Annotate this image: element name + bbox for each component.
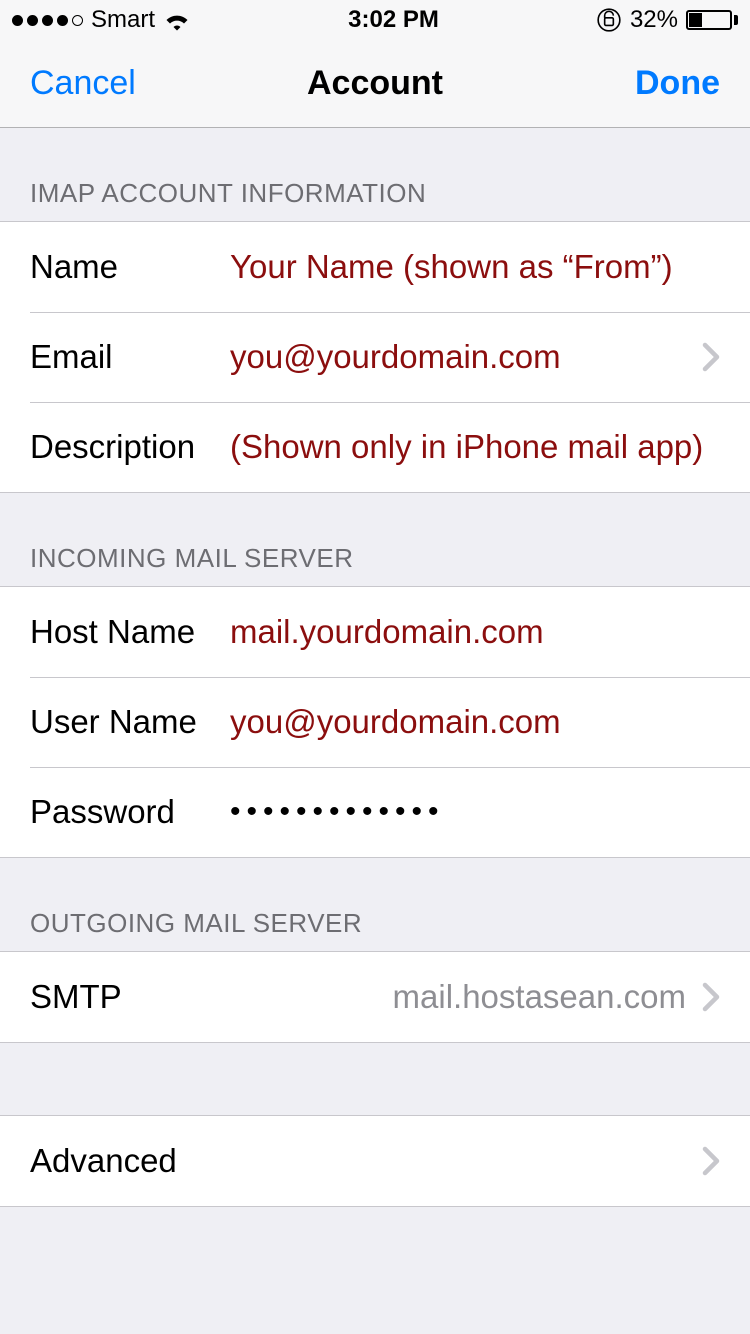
email-row[interactable]: Email you@yourdomain.com (0, 312, 750, 402)
email-value[interactable]: you@yourdomain.com (230, 338, 702, 376)
advanced-group: Advanced (0, 1115, 750, 1207)
description-row[interactable]: Description (Shown only in iPhone mail a… (0, 402, 750, 492)
incoming-user-label: User Name (30, 703, 230, 741)
done-button[interactable]: Done (570, 64, 720, 103)
status-right: 32% (596, 6, 738, 34)
cancel-button[interactable]: Cancel (30, 64, 180, 103)
incoming-group: Host Name mail.yourdomain.com User Name … (0, 586, 750, 858)
incoming-host-row[interactable]: Host Name mail.yourdomain.com (0, 587, 750, 677)
orientation-lock-icon (596, 7, 622, 33)
smtp-row[interactable]: SMTP mail.hostasean.com (0, 952, 750, 1042)
carrier-label: Smart (91, 6, 155, 34)
status-bar: Smart 3:02 PM 32% (0, 0, 750, 40)
battery-percent: 32% (630, 6, 678, 34)
incoming-password-label: Password (30, 793, 230, 831)
signal-strength-icon (12, 15, 83, 26)
status-left: Smart (12, 6, 191, 34)
section-header-imap: IMAP ACCOUNT INFORMATION (0, 128, 750, 221)
chevron-right-icon (702, 342, 720, 372)
outgoing-group: SMTP mail.hostasean.com (0, 951, 750, 1043)
smtp-value: mail.hostasean.com (122, 978, 702, 1016)
status-time: 3:02 PM (348, 6, 439, 34)
nav-bar: Cancel Account Done (0, 40, 750, 128)
imap-group: Name Your Name (shown as “From”) Email y… (0, 221, 750, 493)
advanced-row[interactable]: Advanced (0, 1116, 750, 1206)
section-header-incoming: INCOMING MAIL SERVER (0, 493, 750, 586)
page-title: Account (180, 64, 570, 103)
name-row[interactable]: Name Your Name (shown as “From”) (0, 222, 750, 312)
description-label: Description (30, 428, 230, 466)
name-value[interactable]: Your Name (shown as “From”) (230, 248, 720, 286)
spacer (0, 1043, 750, 1115)
wifi-icon (163, 9, 191, 31)
incoming-host-label: Host Name (30, 613, 230, 651)
email-label: Email (30, 338, 230, 376)
chevron-right-icon (702, 982, 720, 1012)
smtp-label: SMTP (30, 978, 122, 1016)
incoming-user-value[interactable]: you@yourdomain.com (230, 703, 720, 741)
incoming-password-row[interactable]: Password ••••••••••••• (0, 767, 750, 857)
incoming-password-value[interactable]: ••••••••••••• (230, 795, 720, 829)
description-value[interactable]: (Shown only in iPhone mail app) (230, 428, 720, 466)
name-label: Name (30, 248, 230, 286)
section-header-outgoing: OUTGOING MAIL SERVER (0, 858, 750, 951)
chevron-right-icon (702, 1146, 720, 1176)
incoming-host-value[interactable]: mail.yourdomain.com (230, 613, 720, 651)
incoming-user-row[interactable]: User Name you@yourdomain.com (0, 677, 750, 767)
advanced-label: Advanced (30, 1142, 702, 1180)
battery-icon (686, 10, 738, 30)
